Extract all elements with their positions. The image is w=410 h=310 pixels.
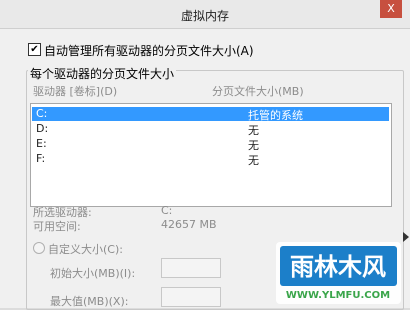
size-column-header: 分页文件大小(MB) bbox=[212, 85, 304, 98]
max-size-input[interactable] bbox=[161, 287, 221, 307]
custom-size-radio[interactable] bbox=[33, 242, 45, 254]
cursor-arrow-icon bbox=[403, 232, 409, 242]
drive-row-f[interactable]: F: 无 bbox=[32, 152, 389, 167]
watermark-logo: 雨林木风 WWW.YLMFU.COM bbox=[276, 242, 401, 304]
watermark-graphic: 雨林木风 WWW.YLMFU.COM bbox=[276, 242, 401, 304]
selected-drive-value: C: bbox=[161, 204, 173, 217]
drive-letter: E: bbox=[36, 137, 47, 150]
custom-size-label[interactable]: 自定义大小(C): bbox=[48, 241, 123, 257]
drive-size: 托管的系统 bbox=[248, 109, 303, 122]
drive-row-c[interactable]: C: 托管的系统 bbox=[32, 107, 389, 122]
drive-row-e[interactable]: E: 无 bbox=[32, 137, 389, 152]
max-size-label: 最大值(MB)(X): bbox=[50, 295, 129, 308]
group-legend: 每个驱动器的分页文件大小 bbox=[28, 65, 177, 82]
window-title: 虚拟内存 bbox=[180, 9, 229, 23]
drive-letter: D: bbox=[36, 122, 49, 135]
initial-size-input[interactable] bbox=[161, 258, 221, 278]
drive-size: 无 bbox=[248, 154, 259, 167]
auto-manage-label[interactable]: 自动管理所有驱动器的分页文件大小(A) bbox=[44, 42, 254, 59]
drive-row-d[interactable]: D: 无 bbox=[32, 122, 389, 137]
drive-letter: C: bbox=[36, 107, 48, 120]
drive-size: 无 bbox=[248, 124, 259, 137]
title-bar: 虚拟内存 X bbox=[0, 0, 410, 29]
drive-list[interactable]: C: 托管的系统 D: 无 E: 无 F: 无 bbox=[30, 103, 392, 207]
initial-size-label: 初始大小(MB)(I): bbox=[50, 267, 136, 280]
watermark-url: WWW.YLMFU.COM bbox=[286, 290, 390, 301]
watermark-brand: 雨林木风 bbox=[290, 253, 386, 281]
free-space-value: 42657 MB bbox=[161, 218, 217, 231]
drive-column-header: 驱动器 [卷标](D) bbox=[33, 85, 118, 98]
drive-size: 无 bbox=[248, 139, 259, 152]
close-button[interactable]: X bbox=[380, 0, 402, 18]
free-space-label: 可用空间: bbox=[33, 220, 81, 233]
drive-letter: F: bbox=[36, 152, 46, 165]
auto-manage-checkbox[interactable]: ✔ bbox=[28, 43, 41, 56]
